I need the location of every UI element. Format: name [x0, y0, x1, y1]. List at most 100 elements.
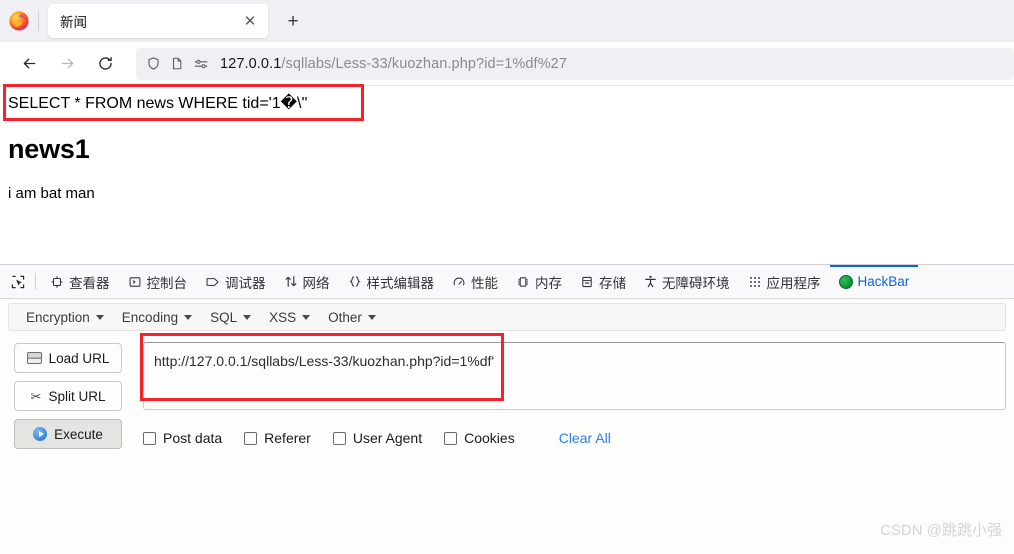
tab-console[interactable]: 控制台	[119, 265, 197, 298]
tab-strip: 新闻 ✕ +	[0, 0, 1014, 42]
watermark: CSDN @跳跳小强	[880, 522, 1002, 539]
storage-icon	[580, 275, 594, 289]
clear-all-link[interactable]: Clear All	[559, 430, 611, 446]
chevron-down-icon	[302, 314, 311, 320]
new-tab-button[interactable]: +	[280, 8, 306, 34]
url-path: /sqllabs/Less-33/kuozhan.php?id=1%df%27	[281, 55, 568, 72]
tab-accessibility[interactable]: 无障碍环境	[635, 265, 739, 298]
menu-other[interactable]: Other	[319, 305, 385, 329]
accessibility-icon	[644, 274, 657, 289]
option-user-agent[interactable]: User Agent	[332, 430, 423, 446]
hackbar-body: Load URL ✂ Split URL Execute http://127.…	[0, 337, 1014, 554]
url-bar[interactable]: 127.0.0.1/sqllabs/Less-33/kuozhan.php?id…	[136, 47, 1014, 80]
split-url-button[interactable]: ✂ Split URL	[14, 381, 122, 411]
tab-debugger[interactable]: 调试器	[196, 265, 275, 298]
hackbar-menubar: Encryption Encoding SQL XSS Other	[8, 303, 1006, 331]
sql-query-echo: SELECT * FROM news WHERE tid='1�\''	[8, 95, 308, 112]
url-host: 127.0.0.1	[220, 55, 282, 72]
option-label: Post data	[163, 430, 223, 446]
browser-tab[interactable]: 新闻 ✕	[48, 4, 268, 38]
tab-inspector[interactable]: 查看器	[41, 265, 119, 298]
navigation-toolbar: 127.0.0.1/sqllabs/Less-33/kuozhan.php?id…	[0, 42, 1014, 86]
tab-performance[interactable]: 性能	[443, 265, 507, 298]
tab-label: 网络	[302, 275, 330, 291]
tab-label: 样式编辑器	[366, 275, 435, 291]
menu-label: XSS	[269, 309, 297, 325]
debugger-icon	[205, 275, 220, 289]
reload-icon[interactable]	[90, 49, 120, 79]
devtools-panel: 查看器 控制台 调试器 网络 样式编辑器 性能 内存 存储 无障碍环境 应用程序…	[0, 264, 1014, 554]
menu-encryption[interactable]: Encryption	[17, 305, 113, 329]
close-icon[interactable]: ✕	[240, 11, 260, 31]
button-label: Split URL	[48, 388, 106, 404]
checkbox[interactable]	[332, 431, 346, 445]
shield-icon[interactable]	[146, 56, 161, 71]
page-content: SELECT * FROM news WHERE tid='1�\'' news…	[0, 86, 1014, 264]
tab-label: 性能	[471, 275, 498, 291]
memory-icon	[516, 275, 530, 289]
split-url-icon: ✂	[30, 388, 42, 404]
menu-sql[interactable]: SQL	[201, 305, 260, 329]
back-arrow-icon[interactable]	[14, 49, 44, 79]
tab-label: 应用程序	[766, 275, 821, 291]
checkbox[interactable]	[244, 431, 258, 445]
chevron-down-icon	[184, 314, 193, 320]
load-url-icon	[26, 352, 42, 364]
hackbar-panel: Encryption Encoding SQL XSS Other Load U…	[0, 299, 1014, 554]
option-post-data[interactable]: Post data	[143, 430, 222, 446]
application-icon	[748, 275, 762, 289]
inspector-icon	[50, 275, 64, 289]
menu-label: Other	[328, 309, 362, 325]
button-label: Execute	[54, 426, 103, 442]
load-url-button[interactable]: Load URL	[14, 343, 122, 373]
tab-hackbar[interactable]: HackBar	[829, 265, 919, 298]
checkbox[interactable]	[143, 431, 156, 445]
option-cookies[interactable]: Cookies	[444, 430, 515, 446]
option-label: User Agent	[352, 430, 423, 446]
option-label: Referer	[264, 430, 311, 446]
page-document-icon[interactable]	[170, 56, 184, 71]
tab-separator	[38, 11, 39, 31]
option-referer[interactable]: Referer	[244, 430, 311, 446]
browser-window: 新闻 ✕ + 127.0.0.1/sqllabs/Less-33/kuozhan…	[0, 0, 1014, 554]
chevron-down-icon	[95, 314, 104, 320]
chevron-down-icon	[367, 314, 376, 320]
tab-storage[interactable]: 存储	[571, 265, 635, 298]
menu-label: SQL	[210, 309, 238, 325]
toolbar-separator	[35, 273, 36, 290]
tab-style-editor[interactable]: 样式编辑器	[339, 265, 444, 298]
tab-label: 控制台	[146, 275, 188, 291]
tab-title: 新闻	[60, 15, 87, 30]
tab-application[interactable]: 应用程序	[739, 265, 830, 298]
page-title: news1	[8, 134, 90, 164]
execute-button[interactable]: Execute	[14, 419, 122, 449]
menu-label: Encryption	[26, 309, 90, 325]
performance-icon	[452, 275, 466, 289]
tab-label: 存储	[599, 275, 626, 291]
network-icon	[284, 274, 298, 289]
hackbar-button-column: Load URL ✂ Split URL Execute	[14, 343, 122, 457]
menu-label: Encoding	[121, 309, 179, 325]
hackbar-options-row: Post data Referer User Agent Cookies Cle…	[143, 427, 611, 449]
button-label: Load URL	[48, 350, 110, 366]
devtools-tabbar: 查看器 控制台 调试器 网络 样式编辑器 性能 内存 存储 无障碍环境 应用程序…	[0, 265, 1014, 299]
element-picker-icon[interactable]	[4, 268, 32, 296]
tab-network[interactable]: 网络	[275, 265, 339, 298]
style-editor-icon	[348, 274, 362, 289]
hackbar-url-input[interactable]: http://127.0.0.1/sqllabs/Less-33/kuozhan…	[143, 342, 1006, 410]
option-label: Cookies	[464, 430, 515, 446]
console-icon	[128, 275, 142, 289]
tab-memory[interactable]: 内存	[507, 265, 571, 298]
tab-label: 无障碍环境	[662, 275, 730, 291]
forward-arrow-icon	[52, 49, 82, 79]
url-text: 127.0.0.1/sqllabs/Less-33/kuozhan.php?id…	[220, 56, 567, 72]
chevron-down-icon	[243, 314, 252, 320]
page-paragraph: i am bat man	[8, 185, 95, 202]
menu-xss[interactable]: XSS	[260, 305, 319, 329]
tab-label: HackBar	[857, 274, 910, 289]
tab-label: 内存	[535, 275, 562, 291]
tab-label: 调试器	[225, 275, 266, 291]
checkbox[interactable]	[444, 431, 458, 445]
menu-encoding[interactable]: Encoding	[113, 305, 201, 329]
permissions-icon[interactable]	[193, 57, 209, 71]
